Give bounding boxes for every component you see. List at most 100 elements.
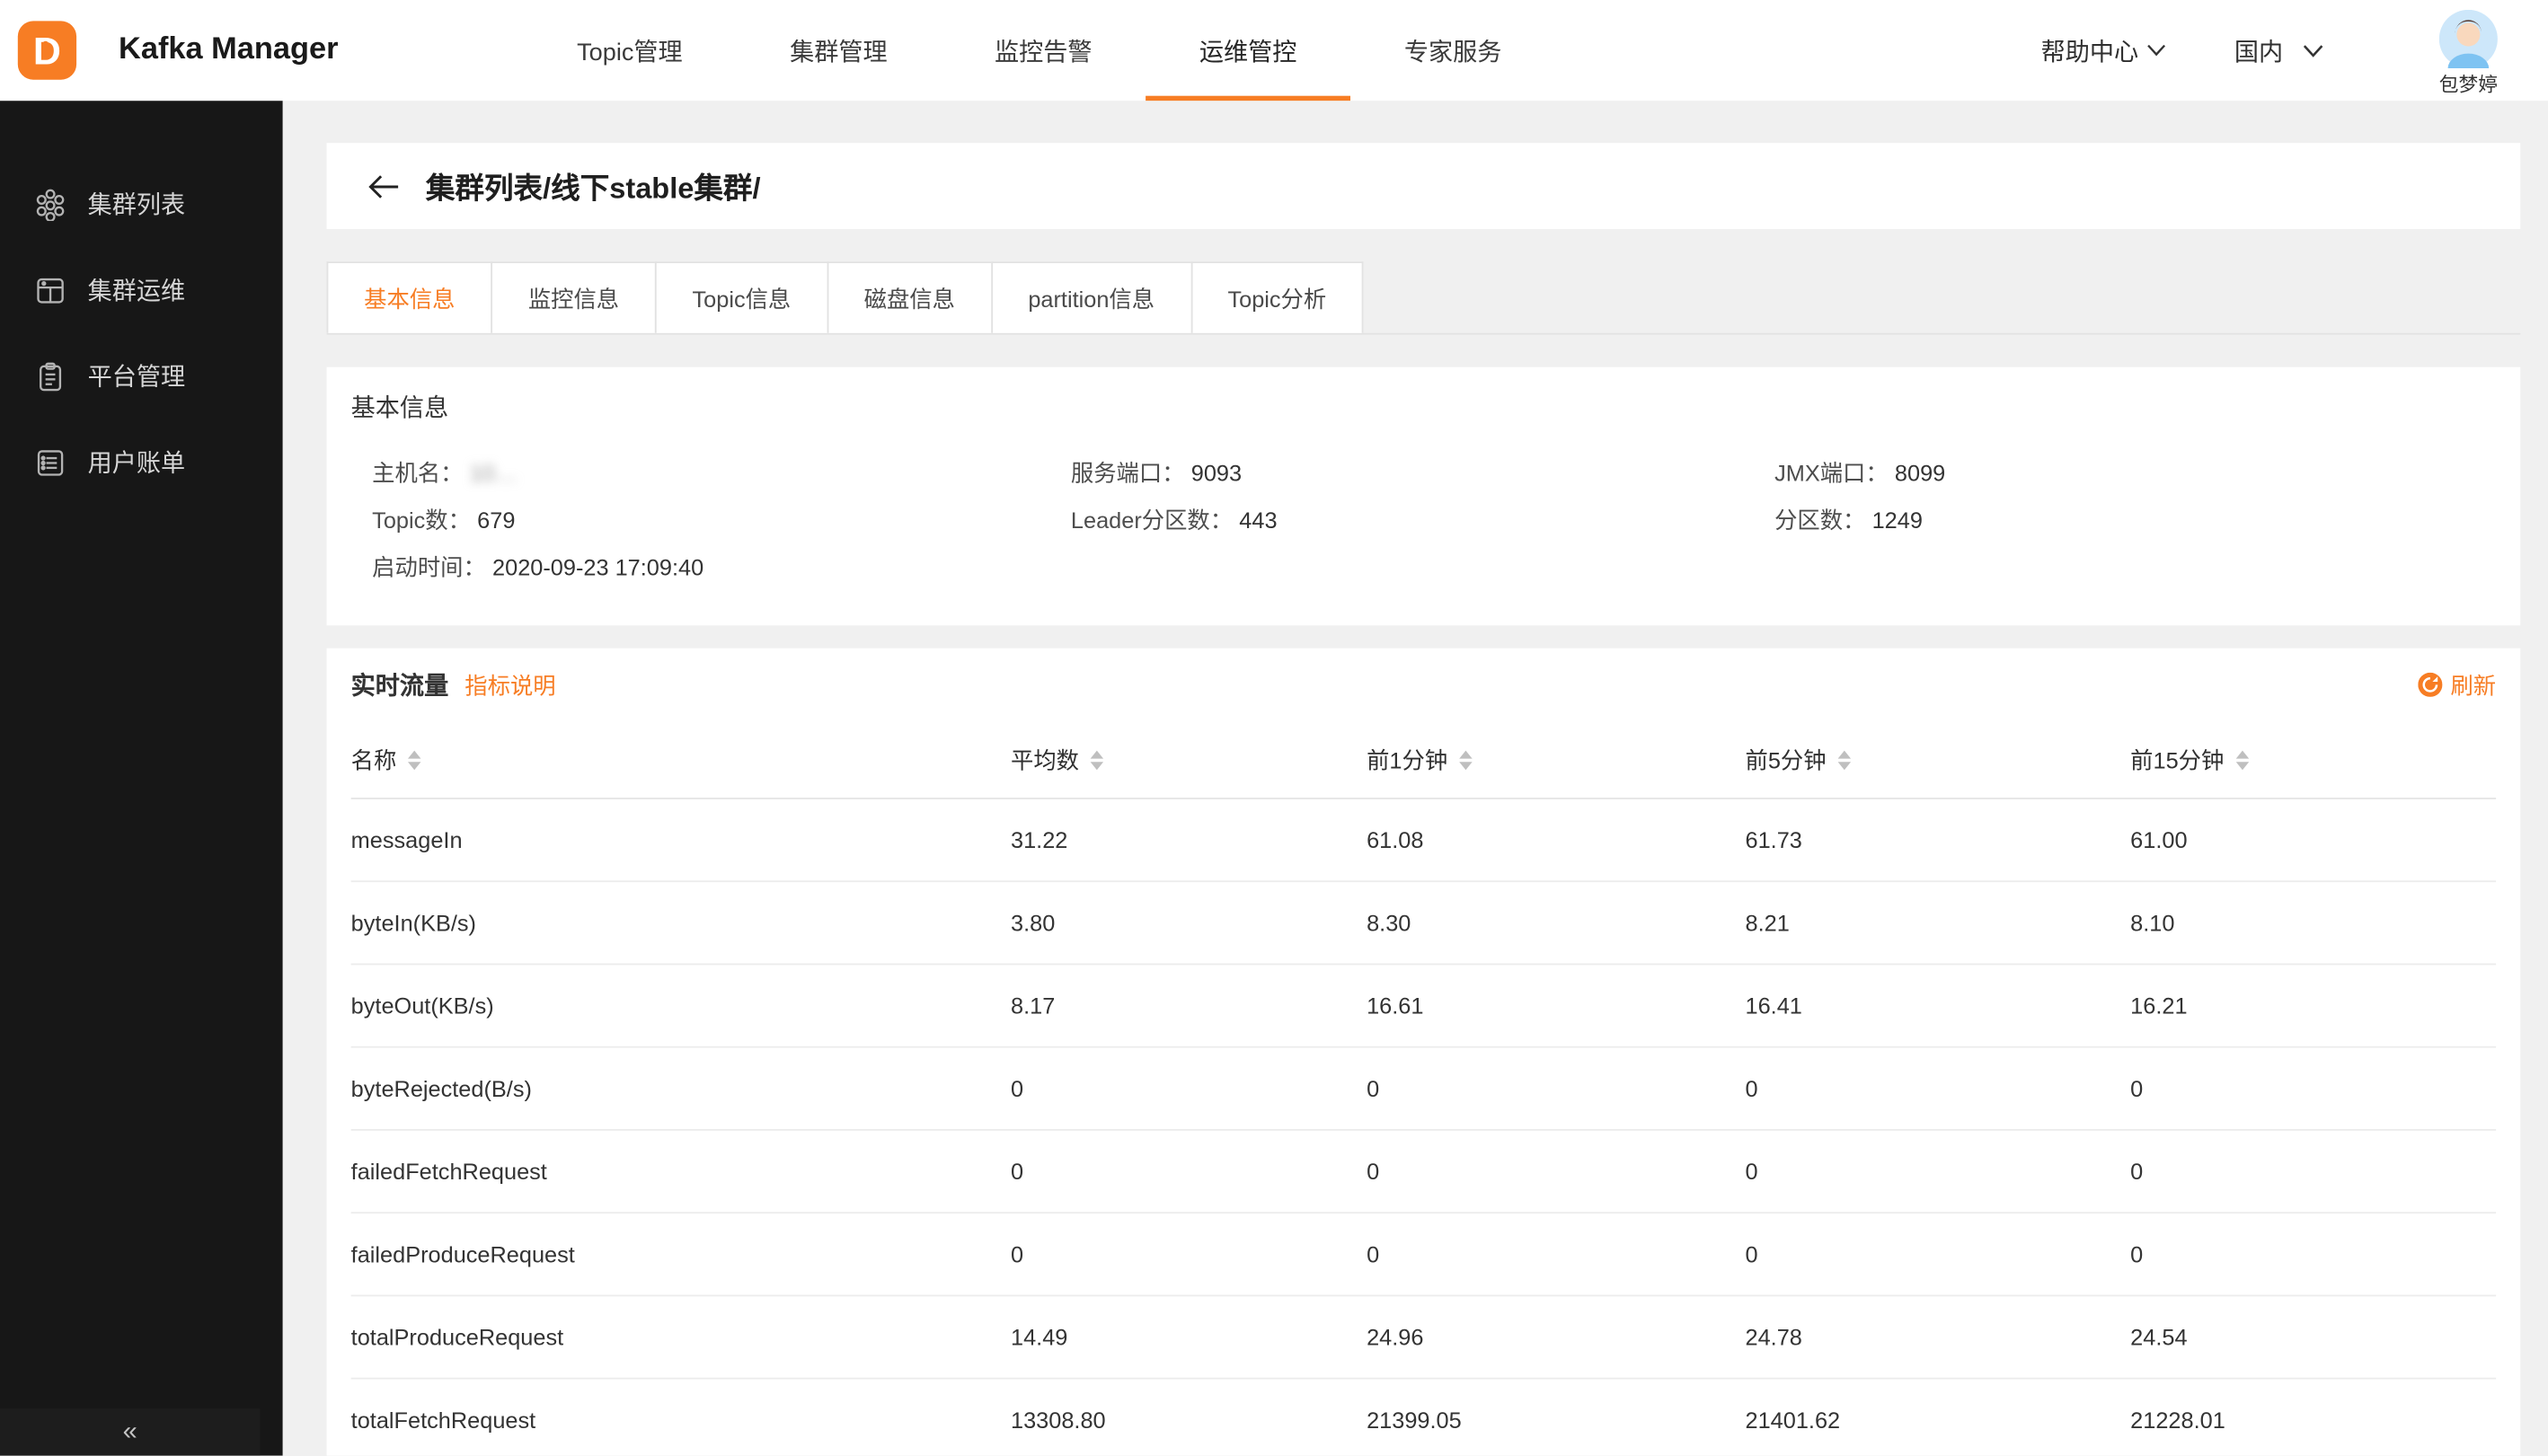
region-select[interactable]: 国内: [2234, 33, 2324, 67]
sidebar-item-user-bill[interactable]: 用户账单: [0, 419, 283, 506]
user-bill-icon: [34, 446, 66, 478]
top-header: D Kafka Manager Topic管理 集群管理 监控告警 运维管控 专…: [0, 0, 2548, 101]
realtime-flow-header: 实时流量 指标说明 刷新: [351, 649, 2496, 721]
app-title: Kafka Manager: [119, 32, 338, 68]
column-label: 名称: [351, 743, 397, 775]
field-start-time: 启动时间：2020-09-23 17:09:40: [372, 551, 1071, 583]
svg-text:D: D: [33, 31, 61, 74]
tab-disk-info[interactable]: 磁盘信息: [827, 261, 992, 333]
nav-topic-manage[interactable]: Topic管理: [523, 0, 736, 101]
tab-basic-info[interactable]: 基本信息: [327, 261, 492, 333]
user-menu[interactable]: 包梦婷: [2415, 4, 2522, 97]
column-label: 平均数: [1011, 743, 1079, 775]
metric-value: 24.54: [2130, 1324, 2496, 1350]
app-logo-icon: D: [16, 20, 78, 82]
tab-topic-analysis[interactable]: Topic分析: [1190, 261, 1364, 333]
field-value: 8099: [1895, 460, 1945, 486]
nav-expert-service[interactable]: 专家服务: [1350, 0, 1555, 101]
user-name: 包梦婷: [2439, 69, 2498, 97]
tab-partition-info[interactable]: partition信息: [991, 261, 1192, 333]
sort-icon: [1091, 750, 1103, 770]
metrics-table-header: 名称 平均数 前1分钟 前5分钟 前15分钟: [351, 721, 2496, 799]
brand: D Kafka Manager: [0, 0, 523, 101]
metric-value: 13308.80: [1011, 1407, 1367, 1433]
field-label: Leader分区数：: [1071, 507, 1233, 533]
metric-value: 61.08: [1367, 827, 1745, 853]
field-value: 2020-09-23 17:09:40: [492, 554, 703, 580]
nav-cluster-manage[interactable]: 集群管理: [736, 0, 941, 101]
metric-value: 0: [2130, 1075, 2496, 1101]
table-row: byteIn(KB/s)3.808.308.218.10: [351, 882, 2496, 965]
metric-value: 0: [1011, 1075, 1367, 1101]
metric-value: 24.78: [1746, 1324, 2131, 1350]
refresh-button[interactable]: 刷新: [2418, 668, 2496, 701]
field-label: 分区数：: [1774, 507, 1865, 533]
nav-monitor-alert[interactable]: 监控告警: [941, 0, 1146, 101]
collapse-icon: «: [123, 1417, 137, 1447]
metric-value: 0: [1746, 1075, 2131, 1101]
field-jmx-port: JMX端口：8099: [1774, 456, 2499, 489]
header-right: 帮助中心 国内 包梦婷: [2041, 0, 2548, 101]
tab-label: Topic信息: [692, 282, 791, 314]
metric-value: 0: [1746, 1159, 2131, 1185]
metric-value: 0: [2130, 1159, 2496, 1185]
table-row: messageIn31.2261.0861.7361.00: [351, 799, 2496, 882]
tab-label: 磁盘信息: [864, 282, 955, 314]
metric-name: failedFetchRequest: [351, 1159, 1011, 1185]
metric-value: 16.61: [1367, 993, 1745, 1019]
table-row: failedFetchRequest0000: [351, 1131, 2496, 1213]
column-header-average[interactable]: 平均数: [1011, 743, 1367, 775]
metric-name: failedProduceRequest: [351, 1241, 1011, 1267]
sidebar-item-cluster-ops[interactable]: 集群运维: [0, 247, 283, 333]
basic-info-fields: 主机名：10… Topic数：679 启动时间：2020-09-23 17:09…: [327, 444, 2521, 584]
metric-value: 14.49: [1011, 1324, 1367, 1350]
help-center-label: 帮助中心: [2041, 33, 2139, 67]
sort-icon: [1837, 750, 1850, 770]
tab-monitor-info[interactable]: 监控信息: [491, 261, 656, 333]
breadcrumb-card: 集群列表/线下stable集群/: [327, 143, 2521, 229]
back-button[interactable]: [361, 163, 407, 209]
help-center-menu[interactable]: 帮助中心: [2041, 33, 2166, 67]
field-leader-partition-count: Leader分区数：443: [1071, 504, 1774, 536]
avatar: [2439, 9, 2498, 67]
metric-value: 0: [1367, 1241, 1745, 1267]
field-value: 679: [477, 507, 515, 533]
sidebar-item-cluster-list[interactable]: 集群列表: [0, 161, 283, 247]
column-header-last-5min[interactable]: 前5分钟: [1746, 743, 2131, 775]
column-header-last-15min[interactable]: 前15分钟: [2130, 743, 2496, 775]
region-label: 国内: [2234, 33, 2283, 67]
nav-label: 运维管控: [1199, 33, 1297, 67]
metric-value: 61.00: [2130, 827, 2496, 853]
table-row: totalFetchRequest13308.8021399.0521401.6…: [351, 1380, 2496, 1456]
metric-name: byteIn(KB/s): [351, 910, 1011, 936]
metric-value: 31.22: [1011, 827, 1367, 853]
metrics-explain-link[interactable]: 指标说明: [464, 668, 555, 701]
column-header-last-1min[interactable]: 前1分钟: [1367, 743, 1745, 775]
field-column: 服务端口：9093 Leader分区数：443: [1071, 456, 1774, 583]
refresh-icon: [2418, 673, 2442, 697]
sidebar-item-label: 用户账单: [88, 446, 186, 480]
nav-label: Topic管理: [577, 33, 683, 67]
field-service-port: 服务端口：9093: [1071, 456, 1774, 489]
metric-value: 8.30: [1367, 910, 1745, 936]
tab-label: Topic分析: [1227, 282, 1326, 314]
sidebar-item-label: 集群运维: [88, 273, 186, 307]
nav-label: 专家服务: [1404, 33, 1502, 67]
column-header-name[interactable]: 名称: [351, 743, 1011, 775]
metrics-table-body: messageIn31.2261.0861.7361.00byteIn(KB/s…: [351, 799, 2496, 1456]
sidebar-item-platform-manage[interactable]: 平台管理: [0, 333, 283, 419]
metric-value: 0: [2130, 1241, 2496, 1267]
nav-ops-control[interactable]: 运维管控: [1146, 0, 1350, 101]
sidebar-collapse-button[interactable]: «: [0, 1408, 260, 1455]
table-row: byteOut(KB/s)8.1716.6116.4116.21: [351, 965, 2496, 1047]
metrics-table: 名称 平均数 前1分钟 前5分钟 前15分钟 messageIn31.2261.…: [351, 721, 2496, 1456]
metric-value: 21399.05: [1367, 1407, 1745, 1433]
basic-info-card: 基本信息 主机名：10… Topic数：679 启动时间：2020-09-23 …: [327, 367, 2521, 626]
tab-topic-info[interactable]: Topic信息: [655, 261, 828, 333]
column-label: 前5分钟: [1746, 743, 1827, 775]
metric-name: messageIn: [351, 827, 1011, 853]
field-partition-count: 分区数：1249: [1774, 504, 2499, 536]
realtime-flow-title: 实时流量: [351, 667, 449, 702]
app: D Kafka Manager Topic管理 集群管理 监控告警 运维管控 专…: [0, 0, 2548, 1456]
chevron-down-icon: [2303, 43, 2324, 57]
